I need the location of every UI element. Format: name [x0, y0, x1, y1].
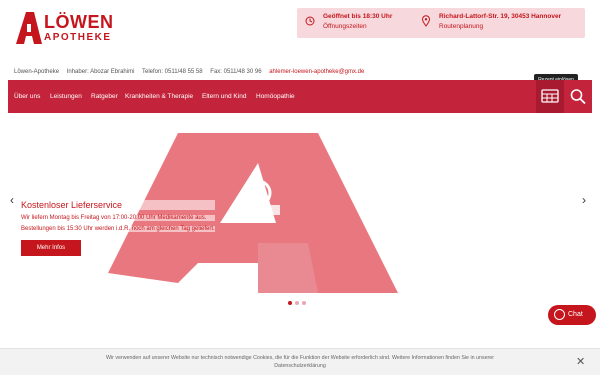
- site-header: LÖWEN APOTHEKE Geöffnet bis 18:30 Uhr Öf…: [0, 0, 600, 75]
- prescription-button[interactable]: [536, 80, 564, 113]
- slide-title: Kostenloser Lieferservice: [21, 200, 215, 210]
- slider-next-arrow[interactable]: ›: [582, 193, 586, 207]
- route-planning-link[interactable]: Routenplanung: [439, 23, 483, 30]
- email-link[interactable]: ahlemer-loewen-apotheke@gmx.de: [269, 69, 364, 75]
- chat-bubble-icon: [554, 309, 565, 320]
- info-box: Geöffnet bis 18:30 Uhr Öffnungszeiten Ri…: [297, 8, 585, 38]
- owner: Inhaber: Abozar Ebrahimi: [66, 69, 135, 75]
- cookie-banner: Wir verwenden auf unserer Website nur te…: [0, 348, 600, 375]
- logo-name-bottom: APOTHEKE: [44, 32, 112, 43]
- fax: Fax: 0511/48 30 96: [210, 69, 262, 75]
- slide-caption: Kostenloser Lieferservice Wir liefern Mo…: [21, 200, 215, 232]
- chat-button[interactable]: Chat: [548, 305, 596, 325]
- prescription-icon: [541, 89, 559, 103]
- slide-text-line-2: Bestellungen bis 15:30 Uhr werden i.d.R.…: [21, 226, 215, 232]
- chat-label: Chat: [568, 311, 583, 318]
- nav-item-ueber-uns[interactable]: Über uns: [14, 93, 40, 100]
- nav-item-homoeopathie[interactable]: Homöopathie: [256, 93, 295, 100]
- slider-dot-2[interactable]: [295, 301, 299, 305]
- logo-name-top: LÖWEN: [44, 12, 114, 32]
- address-title: Richard-Lattorf-Str. 19, 30453 Hannover: [439, 13, 562, 20]
- slide-text-line-1: Wir liefern Montag bis Freitag von 17:00…: [21, 215, 215, 221]
- slider-prev-arrow[interactable]: ‹: [10, 193, 14, 207]
- apotheke-a-icon: [16, 12, 42, 44]
- nav-item-ratgeber[interactable]: Ratgeber: [91, 93, 118, 100]
- opening-hours[interactable]: Geöffnet bis 18:30 Uhr Öffnungszeiten: [305, 13, 415, 35]
- phone[interactable]: Telefon: 0511/48 55 58: [142, 69, 203, 75]
- address[interactable]: Richard-Lattorf-Str. 19, 30453 Hannover …: [421, 13, 581, 35]
- more-info-button[interactable]: Mehr Infos: [21, 240, 81, 256]
- nav-item-krankheiten[interactable]: Krankheiten & Therapie: [125, 93, 193, 100]
- cookie-text: Wir verwenden auf unserer Website nur te…: [105, 355, 495, 369]
- logo[interactable]: LÖWEN APOTHEKE: [14, 10, 124, 46]
- hours-link[interactable]: Öffnungszeiten: [323, 23, 367, 30]
- nav-item-eltern-kind[interactable]: Eltern und Kind: [202, 93, 246, 100]
- slider-dot-1[interactable]: [288, 301, 292, 305]
- map-pin-icon: [421, 15, 431, 27]
- contact-bar: Löwen-Apotheke Inhaber: Abozar Ebrahimi …: [14, 69, 370, 75]
- main-nav: Über uns Leistungen Ratgeber Krankheiten…: [8, 80, 592, 113]
- pharmacy-name: Löwen-Apotheke: [14, 69, 60, 75]
- hours-title: Geöffnet bis 18:30 Uhr: [323, 13, 393, 20]
- clock-icon: [305, 16, 315, 26]
- search-icon: [570, 89, 586, 105]
- slider-dots: [288, 292, 309, 310]
- search-button[interactable]: [564, 80, 592, 113]
- hero-slider: ‹ › Kostenloser Lieferservice Wir liefer…: [0, 113, 600, 313]
- slider-dot-3[interactable]: [302, 301, 306, 305]
- nav-item-leistungen[interactable]: Leistungen: [50, 93, 82, 100]
- close-icon[interactable]: ✕: [576, 355, 585, 368]
